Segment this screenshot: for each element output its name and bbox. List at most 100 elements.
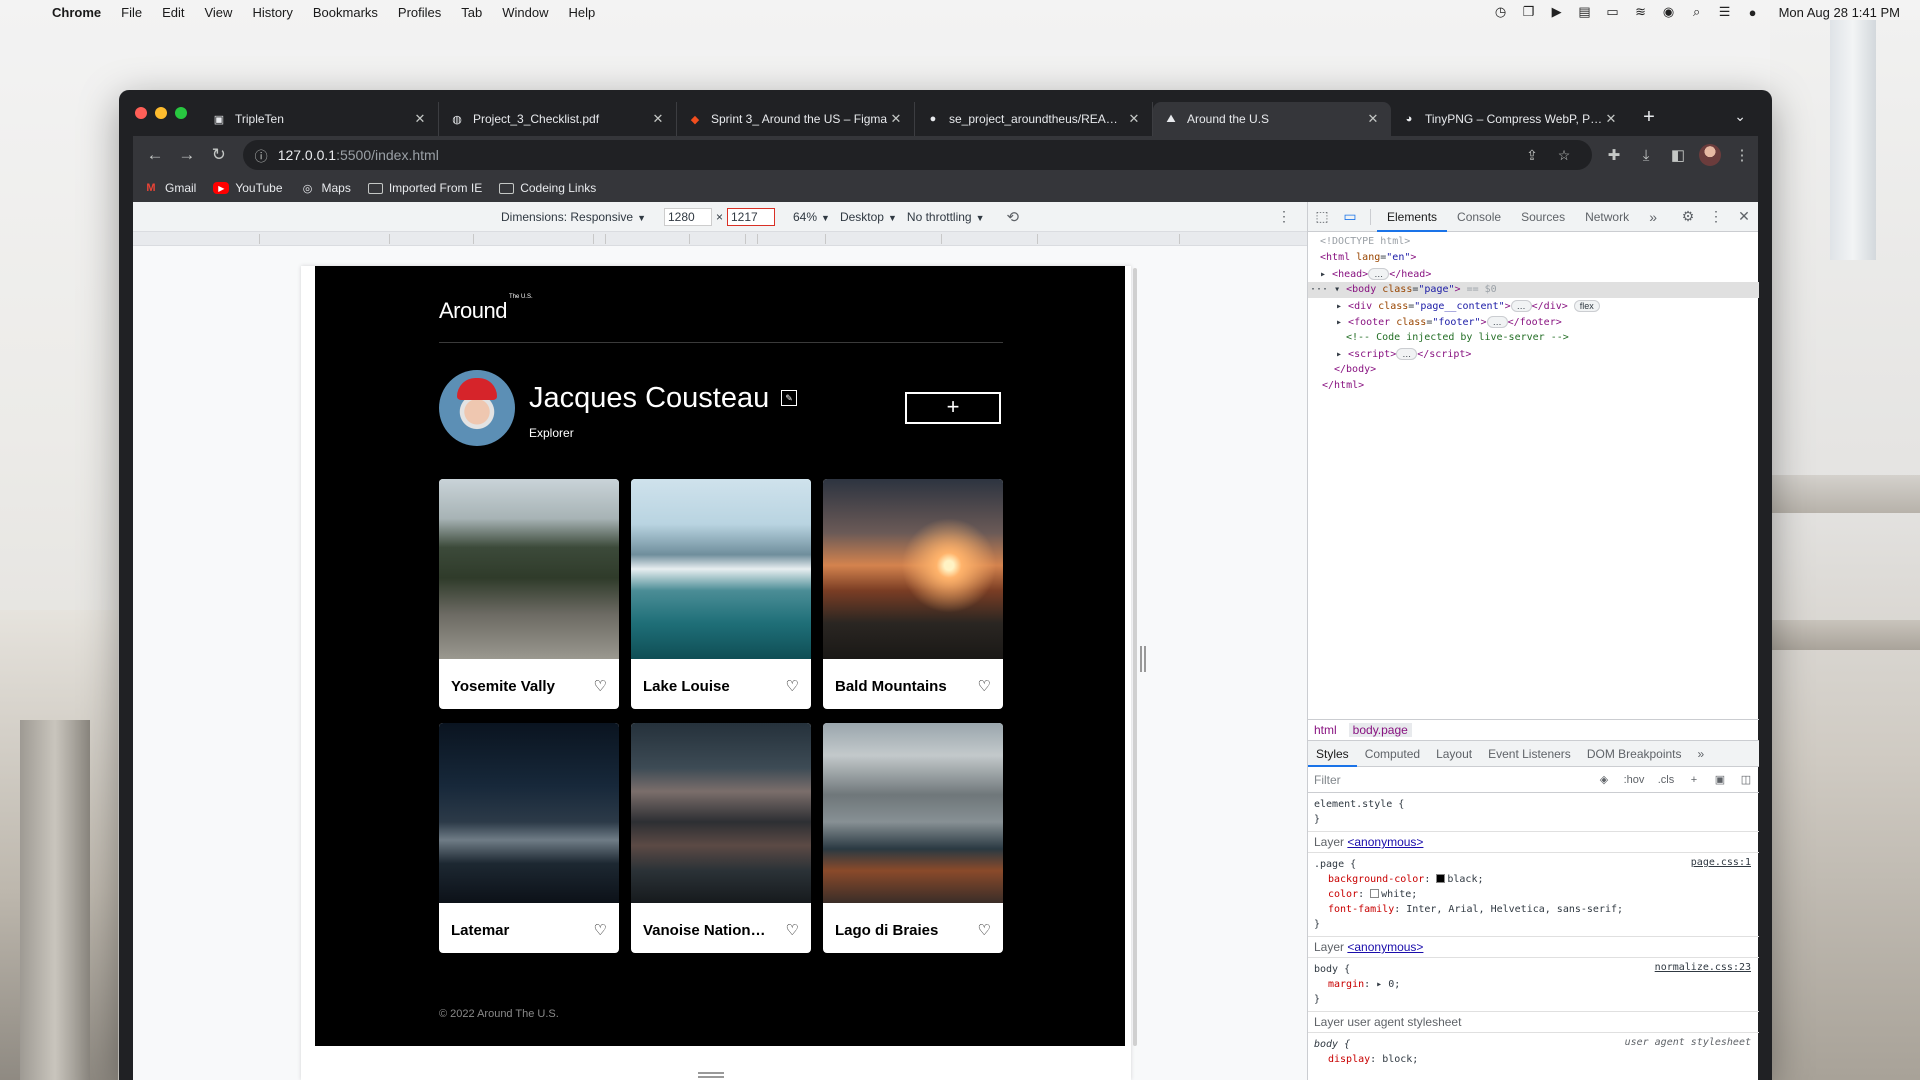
- play-icon[interactable]: ▶: [1543, 4, 1571, 20]
- user-icon[interactable]: ◉: [1655, 4, 1683, 20]
- computed-styles-icon[interactable]: ▣: [1707, 773, 1733, 786]
- tab-network[interactable]: Network: [1575, 202, 1639, 232]
- heart-icon[interactable]: ♡: [786, 921, 799, 939]
- tab-checklist-pdf[interactable]: ◍ Project_3_Checklist.pdf ✕: [439, 102, 677, 136]
- tab-around-the-us[interactable]: ⛰ Around the U.S ✕: [1153, 102, 1391, 136]
- add-card-button[interactable]: +: [905, 392, 1001, 424]
- tab-event-listeners[interactable]: Event Listeners: [1480, 741, 1579, 767]
- keyboard-icon[interactable]: ▤: [1571, 4, 1599, 20]
- tab-styles[interactable]: Styles: [1308, 741, 1357, 767]
- forward-arrow-icon[interactable]: →: [171, 145, 203, 165]
- layer-anonymous-link[interactable]: <anonymous>: [1347, 940, 1423, 954]
- close-tab-icon[interactable]: ✕: [412, 111, 428, 127]
- tab-tinypng[interactable]: ◕ TinyPNG – Compress WebP, PNG ✕: [1391, 102, 1629, 136]
- hov-toggle[interactable]: :hov: [1617, 774, 1651, 786]
- breadcrumb-html[interactable]: html: [1314, 723, 1337, 737]
- new-tab-button[interactable]: +: [1629, 102, 1669, 136]
- menu-history[interactable]: History: [252, 5, 292, 20]
- menu-view[interactable]: View: [204, 5, 232, 20]
- throttling-select[interactable]: No throttling ▼: [907, 210, 985, 224]
- dom-node-body[interactable]: ··· ▾ <body class="page"> == $0: [1308, 282, 1759, 298]
- dom-node-html-close[interactable]: </html>: [1308, 378, 1759, 394]
- bookmark-youtube[interactable]: ▶ YouTube: [213, 181, 283, 195]
- viewport-height-input[interactable]: [727, 207, 775, 226]
- device-type-select[interactable]: Desktop ▼: [840, 210, 897, 224]
- tab-search-chevron-icon[interactable]: ⌄: [1734, 108, 1746, 125]
- more-tabs-chevron-icon[interactable]: »: [1639, 209, 1667, 225]
- menu-edit[interactable]: Edit: [162, 5, 184, 20]
- menu-profiles[interactable]: Profiles: [398, 5, 441, 20]
- kebab-menu-icon[interactable]: ⋮: [1726, 146, 1758, 164]
- paint-brush-icon[interactable]: ◈: [1591, 773, 1617, 786]
- extensions-puzzle-icon[interactable]: ✚: [1598, 146, 1630, 164]
- menu-clock[interactable]: Mon Aug 28 1:41 PM: [1779, 5, 1900, 20]
- back-arrow-icon[interactable]: ←: [139, 145, 171, 165]
- share-icon[interactable]: ⇪: [1516, 147, 1548, 164]
- minimize-window-button[interactable]: [155, 107, 167, 119]
- device-toolbar-icon[interactable]: ▭: [1336, 208, 1364, 225]
- close-tab-icon[interactable]: ✕: [650, 111, 666, 127]
- bookmark-star-icon[interactable]: ☆: [1548, 147, 1580, 164]
- dimensions-select[interactable]: Dimensions: Responsive ▼: [501, 210, 646, 224]
- wifi-icon[interactable]: ≋: [1627, 4, 1655, 20]
- heart-icon[interactable]: ♡: [594, 677, 607, 695]
- new-rule-plus-icon[interactable]: +: [1681, 774, 1707, 786]
- tab-tripleten[interactable]: ▣ TripleTen ✕: [201, 102, 439, 136]
- reload-icon[interactable]: ↻: [203, 145, 235, 165]
- color-swatch-black[interactable]: [1436, 874, 1446, 883]
- dom-node-footer[interactable]: ▸ <footer class="footer">… </footer>: [1308, 314, 1759, 330]
- flex-badge[interactable]: flex: [1573, 300, 1600, 312]
- rule-page[interactable]: page.css:1 .page { background-color: bla…: [1308, 853, 1759, 937]
- zoom-window-button[interactable]: [175, 107, 187, 119]
- bookmark-imported-from-ie[interactable]: Imported From IE: [367, 181, 482, 195]
- tab-elements[interactable]: Elements: [1377, 202, 1448, 232]
- download-icon[interactable]: ⤓: [1630, 147, 1662, 164]
- menu-file[interactable]: File: [121, 5, 142, 20]
- spotlight-search-icon[interactable]: ⌕: [1683, 4, 1711, 20]
- media-query-ruler[interactable]: [133, 232, 1307, 246]
- menu-help[interactable]: Help: [569, 5, 596, 20]
- color-swatch-white[interactable]: [1370, 889, 1380, 898]
- viewport-resize-bottom-handle[interactable]: [698, 1072, 724, 1078]
- more-style-tabs-chevron-icon[interactable]: »: [1690, 741, 1713, 767]
- dom-node-script[interactable]: ▸ <script>… </script>: [1308, 346, 1759, 362]
- edit-profile-pencil-icon[interactable]: ✎: [781, 390, 797, 406]
- sidebar-toggle-icon[interactable]: ◫: [1733, 773, 1759, 786]
- menu-tab[interactable]: Tab: [461, 5, 482, 20]
- menu-window[interactable]: Window: [502, 5, 548, 20]
- tab-sources[interactable]: Sources: [1511, 202, 1575, 232]
- dom-node-comment[interactable]: <!-- Code injected by live-server -->: [1308, 330, 1759, 346]
- menu-app-name[interactable]: Chrome: [52, 5, 101, 20]
- siri-icon[interactable]: ●: [1739, 5, 1767, 20]
- address-bar[interactable]: ⓘ 127.0.0.1:5500/index.html ⇪ ☆: [242, 140, 1593, 170]
- card-image[interactable]: [631, 479, 811, 659]
- close-icon[interactable]: ✕: [1730, 208, 1758, 225]
- time-machine-icon[interactable]: ◷: [1487, 4, 1515, 20]
- profile-avatar[interactable]: [1699, 144, 1722, 166]
- tab-figma[interactable]: ◆ Sprint 3_ Around the US – Figma ✕: [677, 102, 915, 136]
- dom-node-page-content[interactable]: ▸ <div class="page__content">… </div> fle…: [1308, 298, 1759, 314]
- screens-icon[interactable]: ❐: [1515, 4, 1543, 20]
- rule-source-link[interactable]: normalize.css:23: [1655, 962, 1751, 973]
- layer-anonymous-link[interactable]: <anonymous>: [1347, 835, 1423, 849]
- tab-github-readme[interactable]: ● se_project_aroundtheus/README ✕: [915, 102, 1153, 136]
- tab-console[interactable]: Console: [1447, 202, 1511, 232]
- heart-icon[interactable]: ♡: [978, 677, 991, 695]
- control-center-icon[interactable]: ☰: [1711, 4, 1739, 20]
- card-image[interactable]: [823, 723, 1003, 903]
- rule-body-user-agent[interactable]: user agent stylesheet body { display: bl…: [1308, 1033, 1759, 1071]
- rule-element-style[interactable]: element.style { }: [1308, 793, 1759, 832]
- cls-toggle[interactable]: .cls: [1651, 774, 1681, 786]
- devtools-kebab-icon[interactable]: ⋮: [1702, 208, 1730, 225]
- styles-filter-input[interactable]: Filter: [1314, 773, 1591, 787]
- side-panel-icon[interactable]: ◧: [1662, 146, 1694, 164]
- page-scrollbar[interactable]: [1133, 268, 1137, 1046]
- close-window-button[interactable]: [135, 107, 147, 119]
- bookmark-maps[interactable]: ◎ Maps: [300, 180, 351, 196]
- breadcrumb-body[interactable]: body.page: [1348, 723, 1412, 737]
- gear-icon[interactable]: ⚙: [1674, 208, 1702, 225]
- close-tab-icon[interactable]: ✕: [1365, 111, 1381, 127]
- rotate-icon[interactable]: ⟲: [1007, 208, 1020, 226]
- bookmark-gmail[interactable]: M Gmail: [143, 180, 196, 196]
- card-image[interactable]: [823, 479, 1003, 659]
